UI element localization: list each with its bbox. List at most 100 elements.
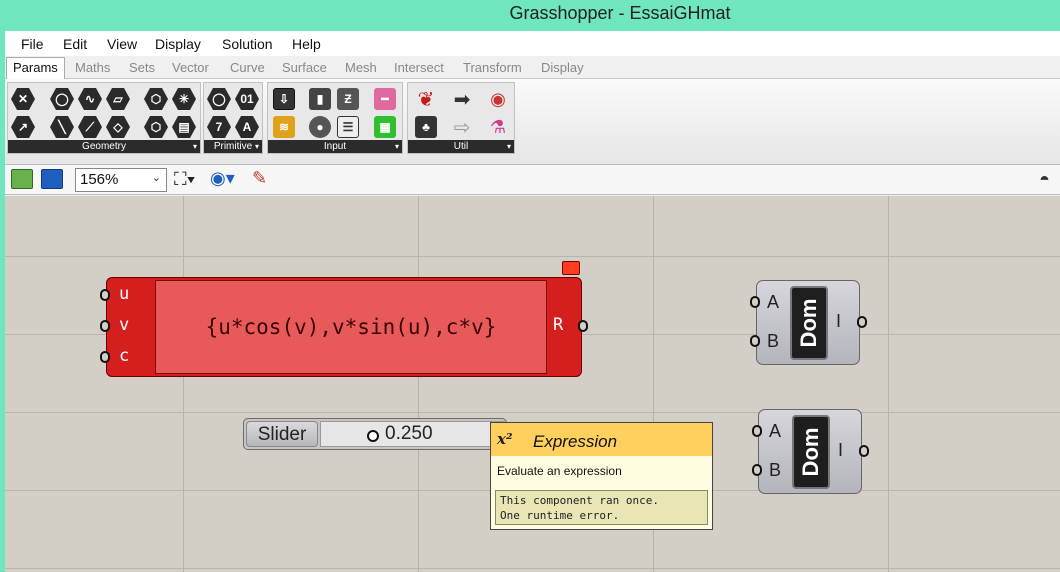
zoom-select[interactable]: 156% ⌄ — [75, 168, 167, 192]
field-param-icon[interactable]: ▤ — [172, 115, 196, 139]
circle-param-icon[interactable]: ◯ — [50, 87, 74, 111]
point-param-icon[interactable]: ✕ — [11, 87, 35, 111]
domain-grip-a[interactable] — [752, 425, 762, 437]
menu-file[interactable]: File — [21, 36, 44, 52]
canvas[interactable]: u v c {u*cos(v),v*sin(u),c*v} R A B Dom … — [5, 196, 1060, 572]
domain-component[interactable]: A B Dom I — [756, 280, 860, 365]
binary-param-icon[interactable]: 01 — [235, 87, 259, 111]
input-grip-u[interactable] — [100, 289, 110, 301]
tooltip-description: Evaluate an expression — [497, 464, 622, 478]
window-title: Grasshopper - EssaiGHmat — [509, 3, 731, 23]
tab-sets[interactable]: Sets — [129, 60, 155, 75]
primitive-panel-label: Primitive ▾ — [204, 140, 262, 153]
tree-icon[interactable]: ♣ — [414, 115, 438, 139]
zoom-extents-icon[interactable]: ⛶▾ — [174, 169, 195, 190]
domain-output-i: I — [836, 311, 842, 331]
arrow-icon[interactable]: ➡ — [450, 87, 474, 111]
domain-core: Dom — [790, 286, 828, 360]
title-bar: Grasshopper - EssaiGHmat — [0, 0, 1060, 30]
surface-param-icon[interactable]: ▱ — [106, 87, 130, 111]
sketch-pen-icon[interactable]: ✎ — [252, 168, 267, 189]
expression-formula: {u*cos(v),v*sin(u),c*v} — [155, 280, 547, 374]
error-flag-icon — [562, 261, 580, 275]
domain-component[interactable]: A B Dom I — [758, 409, 862, 494]
input-grip-c[interactable] — [100, 351, 110, 363]
output-grip-r[interactable] — [578, 320, 588, 332]
input-v: v — [119, 315, 130, 335]
fruit-icon[interactable]: ◉ — [486, 87, 510, 111]
digit-scroller-icon[interactable]: Ƶ — [336, 87, 360, 111]
tab-transform[interactable]: Transform — [463, 60, 522, 75]
menu-bar: File Edit View Display Solution Help — [5, 31, 1060, 56]
geometry-panel-label: Geometry ▾ — [8, 140, 200, 153]
expression-component[interactable]: u v c {u*cos(v),v*sin(u),c*v} R — [106, 277, 582, 377]
graph-mapper-icon[interactable]: ≋ — [272, 115, 296, 139]
curve-param-icon[interactable]: ∿ — [78, 87, 102, 111]
flask-icon[interactable]: ⚗ — [486, 115, 510, 139]
geometry-panel: ✕ ◯ ∿ ▱ ⬡ ✳ ↗ ╲ ⟋ ◇ ⬡ ▤ Geometry ▾ — [7, 82, 201, 154]
domain-grip-b[interactable] — [752, 464, 762, 476]
text-param-icon[interactable]: A — [235, 115, 259, 139]
open-file-icon[interactable] — [11, 169, 33, 189]
cherry-picker-icon[interactable]: ❦ — [414, 87, 438, 111]
chevron-down-icon: ⌄ — [151, 172, 161, 184]
tab-mesh[interactable]: Mesh — [345, 60, 377, 75]
output-r: R — [553, 315, 564, 335]
tab-vector[interactable]: Vector — [172, 60, 209, 75]
input-grip-v[interactable] — [100, 320, 110, 332]
slider-param-icon[interactable]: ━ — [373, 87, 397, 111]
domain-input-b: B — [767, 331, 780, 351]
toggle-param-icon[interactable]: ▮ — [308, 87, 332, 111]
tab-curve[interactable]: Curve — [230, 60, 265, 75]
util-panel: ❦ ➡ ◉ ♣ ⇨ ⚗ Util ▾ — [407, 82, 515, 154]
slider-value: 0.250 — [385, 423, 433, 444]
menu-display[interactable]: Display — [155, 36, 201, 52]
rhino-icon[interactable]: ◓ — [1039, 169, 1050, 190]
box-param-icon[interactable]: ⬡ — [144, 87, 168, 111]
menu-view[interactable]: View — [107, 36, 137, 52]
runtime-message-line: This component ran once. — [500, 494, 659, 507]
tab-params[interactable]: Params — [6, 57, 65, 79]
tab-maths[interactable]: Maths — [75, 60, 110, 75]
color-picker-icon[interactable]: ● — [308, 115, 332, 139]
tab-display[interactable]: Display — [541, 60, 584, 75]
domain-core: Dom — [792, 415, 830, 489]
domain-grip-i[interactable] — [859, 445, 869, 457]
domain-param-icon[interactable]: ◯ — [207, 87, 231, 111]
geometry-param-icon[interactable]: ⬡ — [144, 115, 168, 139]
menu-solution[interactable]: Solution — [222, 36, 273, 52]
tooltip-header: x² Expression — [491, 423, 712, 456]
hollow-arrow-icon[interactable]: ⇨ — [450, 115, 474, 139]
ribbon: ✕ ◯ ∿ ▱ ⬡ ✳ ↗ ╲ ⟋ ◇ ⬡ ▤ Geometry ▾ ◯ 01 7… — [5, 79, 1060, 165]
tab-surface[interactable]: Surface — [282, 60, 327, 75]
mesh-param-icon[interactable]: ✳ — [172, 87, 196, 111]
domain-input-b: B — [769, 460, 782, 480]
input-panel-label: Input ▾ — [268, 140, 402, 153]
input-panel: ⇩ ▮ Ƶ ━ ≋ ● ☰ ▦ Input ▾ — [267, 82, 403, 154]
slider-track[interactable]: 0.250 — [320, 421, 506, 447]
line-param-icon[interactable]: ╲ — [50, 115, 74, 139]
domain-grip-i[interactable] — [857, 316, 867, 328]
save-file-icon[interactable] — [41, 169, 63, 189]
tooltip-runtime-message: This component ran once. One runtime err… — [495, 490, 708, 525]
domain-grip-b[interactable] — [750, 335, 760, 347]
grasshopper-window: File Edit View Display Solution Help Par… — [5, 31, 1060, 572]
slider-knob[interactable] — [367, 430, 379, 442]
integer-param-icon[interactable]: 7 — [207, 115, 231, 139]
menu-edit[interactable]: Edit — [63, 36, 87, 52]
value-list-icon[interactable]: ☰ — [336, 115, 360, 139]
input-c: c — [119, 346, 130, 366]
brep-param-icon[interactable]: ⟋ — [78, 115, 102, 139]
tab-intersect[interactable]: Intersect — [394, 60, 444, 75]
menu-help[interactable]: Help — [292, 36, 321, 52]
domain-grip-a[interactable] — [750, 296, 760, 308]
component-tooltip: x² Expression Evaluate an expression Thi… — [490, 422, 713, 530]
pixel-grid-icon[interactable]: ▦ — [373, 115, 397, 139]
number-slider[interactable]: Slider 0.250 — [243, 418, 507, 450]
slider-name: Slider — [246, 421, 318, 447]
panel-param-icon[interactable]: ⇩ — [272, 87, 296, 111]
plane-param-icon[interactable]: ◇ — [106, 115, 130, 139]
expression-icon: x² — [497, 430, 513, 448]
preview-eye-icon[interactable]: ◉▾ — [210, 168, 235, 189]
vector-param-icon[interactable]: ↗ — [11, 115, 35, 139]
